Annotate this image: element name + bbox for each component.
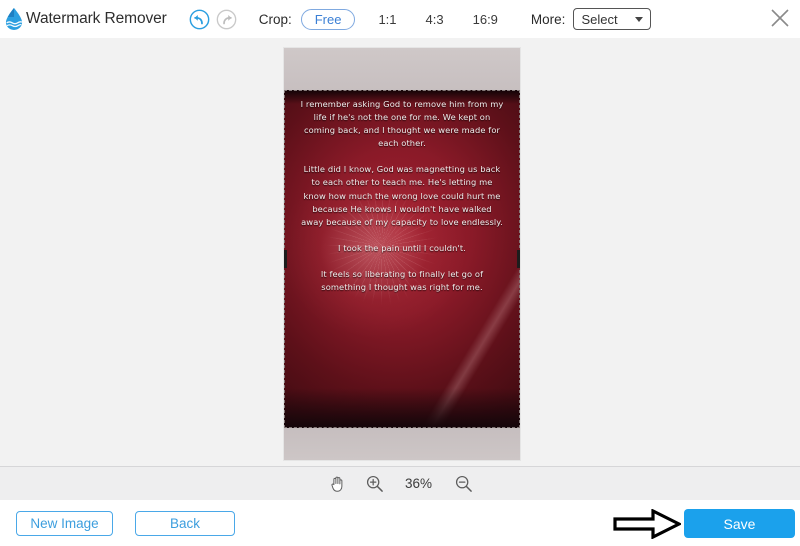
quote-paragraph: I took the pain until I couldn't.	[337, 242, 467, 253]
quote-paragraph: Little did I know, God was magnetting us…	[301, 164, 503, 227]
back-button[interactable]: Back	[135, 511, 235, 536]
image-quote-text: I remember asking God to remove him from…	[284, 90, 520, 294]
redo-arrow-icon	[216, 9, 237, 30]
chevron-down-icon	[635, 16, 644, 22]
image-vignette-bottom	[284, 388, 520, 428]
zoom-level: 36%	[404, 476, 433, 491]
quote-paragraph: It feels so liberating to finally let go…	[320, 268, 484, 293]
crop-preview-region: I remember asking God to remove him from…	[284, 90, 520, 428]
crop-label: Crop:	[258, 11, 292, 27]
app-header: Watermark Remover Crop: Free 1:1 4:3 16:…	[0, 0, 800, 38]
zoom-in-icon[interactable]	[365, 474, 384, 493]
hand-tool-icon[interactable]	[328, 474, 347, 493]
history-buttons	[189, 9, 237, 30]
crop-ratio-1-1[interactable]: 1:1	[372, 9, 402, 30]
crop-ratio-4-3[interactable]: 4:3	[420, 9, 450, 30]
water-drop-icon	[3, 7, 25, 31]
crop-ratio-16-9[interactable]: 16:9	[467, 9, 504, 30]
image-bottom-band	[284, 428, 520, 460]
quote-paragraph: I remember asking God to remove him from…	[300, 99, 504, 149]
footer-bar: New Image Back	[0, 500, 800, 546]
crop-handle-right[interactable]	[517, 250, 520, 268]
crop-ratio-group: Free 1:1 4:3 16:9	[300, 8, 504, 30]
app-title: Watermark Remover	[26, 10, 167, 27]
editor-canvas[interactable]: I remember asking God to remove him from…	[0, 38, 800, 466]
zoom-out-icon[interactable]	[454, 474, 473, 493]
crop-ratio-free[interactable]: Free	[300, 8, 356, 30]
save-button[interactable]: Save	[684, 509, 795, 538]
new-image-button[interactable]: New Image	[16, 511, 113, 536]
crop-handle-left[interactable]	[284, 250, 287, 268]
more-label: More:	[530, 11, 566, 27]
source-image[interactable]: I remember asking God to remove him from…	[284, 48, 520, 460]
close-icon[interactable]	[766, 4, 794, 32]
undo-arrow-icon[interactable]	[189, 9, 210, 30]
more-select-value: Select	[581, 11, 618, 27]
zoom-toolbar: 36%	[0, 466, 800, 500]
watermark-remover-window: Watermark Remover Crop: Free 1:1 4:3 16:…	[0, 0, 800, 546]
image-top-band	[284, 48, 520, 90]
app-branding: Watermark Remover	[3, 7, 167, 31]
more-select-dropdown[interactable]: Select	[573, 8, 652, 30]
